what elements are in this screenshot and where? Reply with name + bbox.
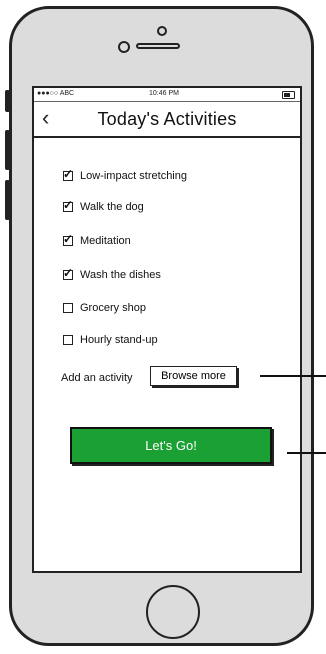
checkbox-unchecked[interactable] <box>63 303 73 313</box>
annotation-line-browse <box>260 375 326 377</box>
annotation-line-go <box>287 452 326 454</box>
checkbox-checked[interactable] <box>63 198 73 212</box>
carrier-signal: ●●●○○ ABC <box>37 90 75 97</box>
activity-label: Grocery shop <box>80 302 147 314</box>
camera-icon <box>157 26 167 36</box>
activity-item[interactable]: Wash the dishes <box>63 266 161 283</box>
add-activity-label: Add an activity <box>61 372 133 384</box>
activity-item[interactable]: Low-impact stretching <box>63 167 187 184</box>
checkbox-checked[interactable] <box>63 167 73 181</box>
activity-item[interactable]: Meditation <box>63 232 131 249</box>
activity-item[interactable]: Grocery shop <box>63 300 146 316</box>
browse-more-button[interactable]: Browse more <box>150 366 237 386</box>
phone-screen: ●●●○○ ABC 10:46 PM ‹ Today's Activities … <box>32 86 302 573</box>
checkbox-checked[interactable] <box>63 266 73 280</box>
nav-header: ‹ Today's Activities <box>34 102 300 138</box>
activity-item[interactable]: Walk the dog <box>63 198 144 215</box>
home-button[interactable] <box>146 585 200 639</box>
sensor-dot <box>118 41 130 53</box>
speaker-grille <box>136 43 180 49</box>
page-title: Today's Activities <box>97 109 237 129</box>
activity-label: Walk the dog <box>80 201 144 213</box>
activity-label: Meditation <box>80 235 131 247</box>
status-bar: ●●●○○ ABC 10:46 PM <box>34 88 300 102</box>
activity-item[interactable]: Hourly stand-up <box>63 332 158 348</box>
activity-label: Wash the dishes <box>80 269 161 281</box>
status-time: 10:46 PM <box>149 90 179 97</box>
activity-label: Hourly stand-up <box>80 334 158 346</box>
lets-go-button[interactable]: Let's Go! <box>70 427 272 464</box>
activity-label: Low-impact stretching <box>80 170 187 182</box>
battery-icon <box>282 91 295 99</box>
checkbox-checked[interactable] <box>63 232 73 246</box>
checkbox-unchecked[interactable] <box>63 335 73 345</box>
